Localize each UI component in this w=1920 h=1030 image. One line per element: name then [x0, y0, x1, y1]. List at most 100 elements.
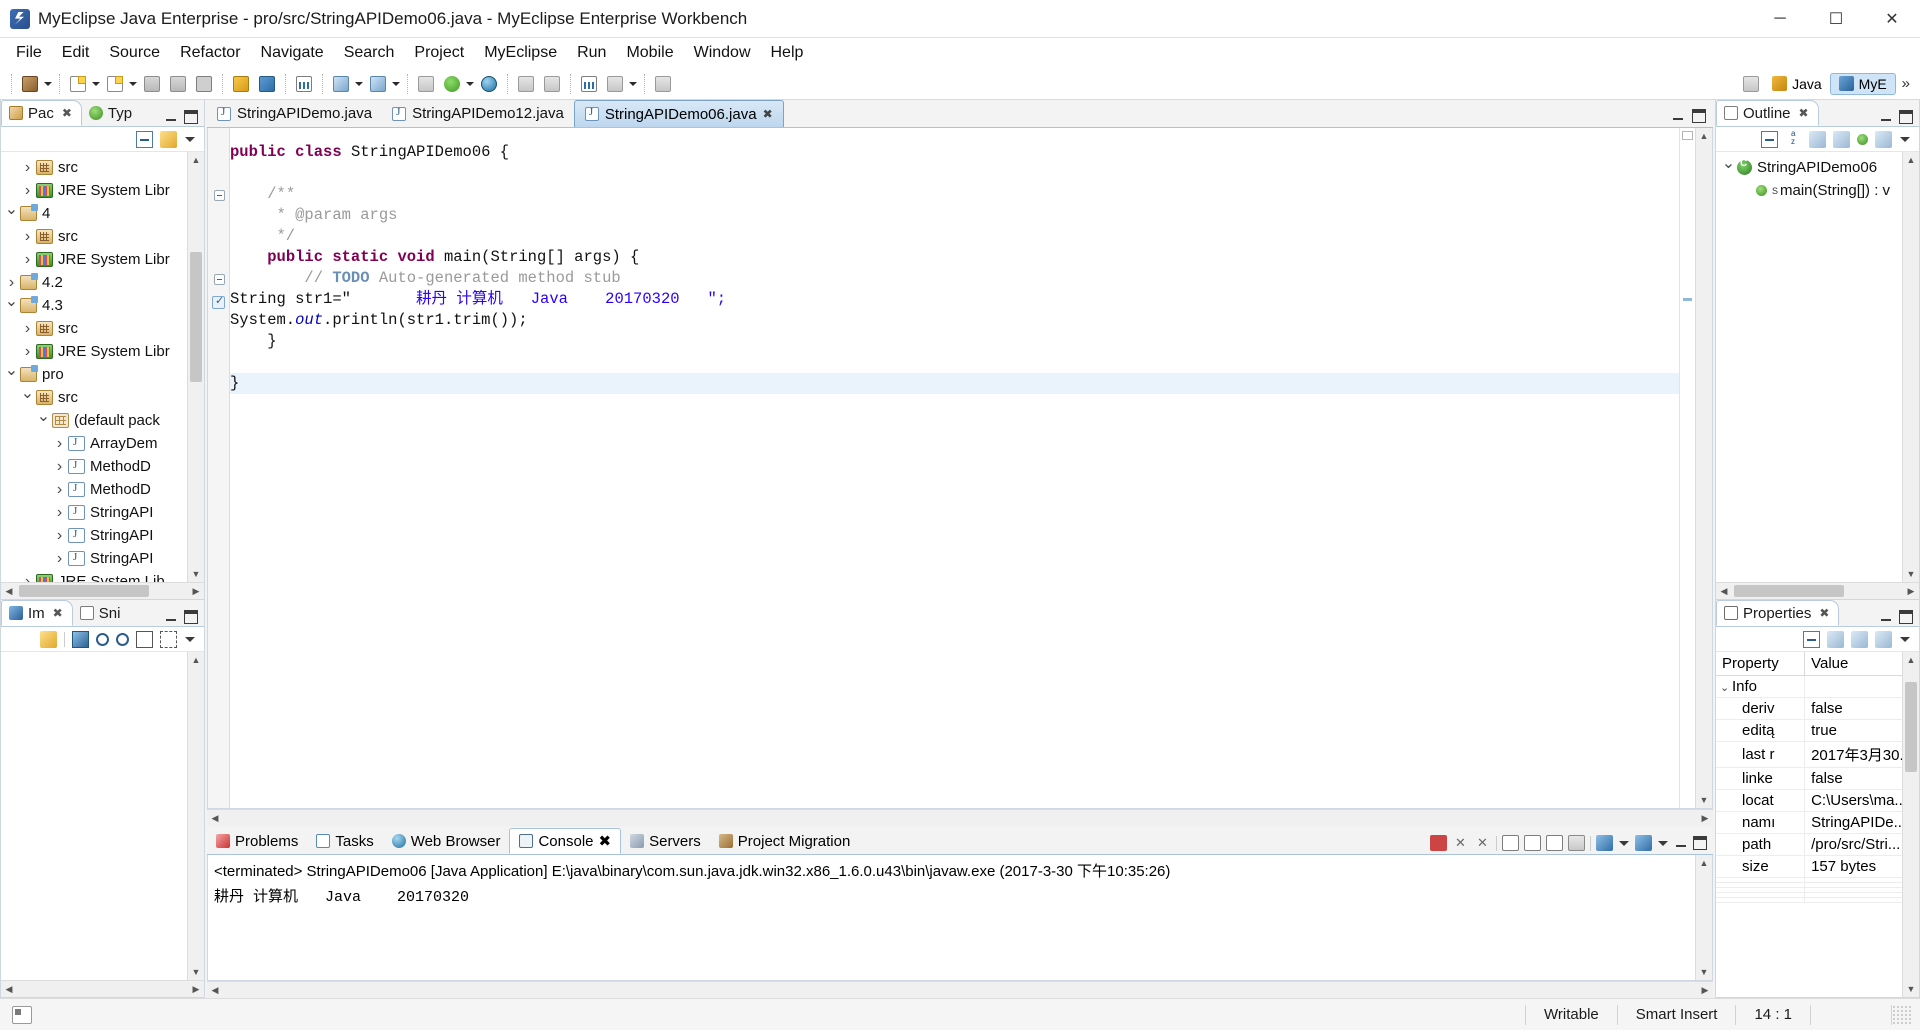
image-viewer-hscrollbar[interactable]: ◀ ▶: [1, 980, 204, 997]
search-icon[interactable]: [652, 73, 674, 95]
minimize-icon[interactable]: [1671, 109, 1685, 123]
minimize-icon[interactable]: [1879, 110, 1893, 124]
new-file-dropdown-icon[interactable]: [91, 73, 102, 95]
tree-item[interactable]: JRE System Libr: [1, 340, 204, 363]
debug-dropdown-icon[interactable]: [354, 73, 365, 95]
maximize-icon[interactable]: [1899, 110, 1913, 124]
view-menu-icon[interactable]: [1899, 133, 1911, 145]
close-icon[interactable]: ✖: [1819, 606, 1829, 620]
scroll-down-icon[interactable]: ▼: [1696, 792, 1712, 808]
chevron-right-icon[interactable]: [19, 344, 36, 360]
maximize-button[interactable]: ☐: [1808, 0, 1864, 38]
hide-nonpublic-icon[interactable]: [1857, 133, 1868, 145]
fit-icon[interactable]: [160, 630, 177, 648]
tree-item[interactable]: src: [1, 317, 204, 340]
deploy-add-icon[interactable]: [256, 73, 278, 95]
scroll-up-icon[interactable]: ▲: [1903, 652, 1919, 668]
tree-item[interactable]: src: [1, 225, 204, 248]
minimize-button[interactable]: ─: [1752, 0, 1808, 38]
save-icon[interactable]: [141, 73, 163, 95]
close-icon[interactable]: ✖: [599, 832, 612, 850]
run-as-icon[interactable]: [441, 73, 463, 95]
tab-tasks[interactable]: Tasks: [307, 828, 382, 854]
chevron-right-icon[interactable]: [51, 505, 68, 521]
scrollbar-thumb[interactable]: [1905, 682, 1917, 772]
external-tools-icon[interactable]: [415, 73, 437, 95]
web-browser-icon[interactable]: [478, 73, 500, 95]
scroll-up-icon[interactable]: ▲: [188, 652, 204, 668]
menu-file[interactable]: File: [6, 41, 52, 65]
chevron-down-icon[interactable]: [3, 298, 20, 314]
scrollbar-thumb[interactable]: [19, 585, 149, 597]
tab-outline[interactable]: Outline ✖: [1716, 100, 1819, 126]
maximize-icon[interactable]: [184, 110, 198, 124]
run-dropdown-icon[interactable]: [391, 73, 402, 95]
scroll-right-icon[interactable]: ▶: [1697, 810, 1713, 826]
word-wrap-icon[interactable]: [1546, 835, 1563, 851]
new-wizard-dropdown-icon[interactable]: [43, 73, 54, 95]
new-file-icon[interactable]: [67, 73, 89, 95]
editor-annotation-ruler[interactable]: [208, 128, 230, 808]
scroll-right-icon[interactable]: ▶: [188, 981, 204, 997]
scroll-up-icon[interactable]: ▲: [1696, 855, 1712, 871]
menu-run[interactable]: Run: [567, 41, 616, 65]
menu-refactor[interactable]: Refactor: [170, 41, 250, 65]
menu-edit[interactable]: Edit: [52, 41, 100, 65]
terminate-icon[interactable]: [1430, 835, 1447, 851]
print-icon[interactable]: [193, 73, 215, 95]
tree-item[interactable]: JRE System Libr: [1, 248, 204, 271]
tree-item[interactable]: MethodD: [1, 478, 204, 501]
chevron-right-icon[interactable]: [19, 321, 36, 337]
chevron-down-icon[interactable]: [19, 390, 36, 406]
minimize-icon[interactable]: [164, 610, 178, 624]
minimize-icon[interactable]: [1674, 836, 1688, 850]
chevron-right-icon[interactable]: [51, 436, 68, 452]
deploy-icon[interactable]: [230, 73, 252, 95]
zoom-out-icon[interactable]: [96, 632, 109, 646]
run-icon[interactable]: [367, 73, 389, 95]
collapse-all-icon[interactable]: [1761, 130, 1778, 148]
scroll-left-icon[interactable]: ◀: [1, 583, 17, 599]
clear-console-icon[interactable]: [1596, 835, 1613, 851]
console-hscrollbar[interactable]: ◀ ▶: [207, 981, 1713, 998]
tab-snippets[interactable]: Sni: [73, 600, 130, 626]
menu-source[interactable]: Source: [99, 41, 170, 65]
editor-vscrollbar[interactable]: ▲ ▼: [1695, 128, 1712, 808]
todo-marker-icon[interactable]: [212, 294, 225, 309]
chevron-right-icon[interactable]: [19, 574, 36, 583]
tab-problems[interactable]: Problems: [207, 828, 307, 854]
view-menu-icon[interactable]: [1899, 633, 1911, 645]
properties-row[interactable]: path/pro/src/Stri...: [1716, 833, 1919, 856]
chevron-right-icon[interactable]: [19, 229, 36, 245]
console-output-area[interactable]: <terminated> StringAPIDemo06 [Java Appli…: [208, 855, 1695, 980]
tree-item[interactable]: StringAPI: [1, 524, 204, 547]
scroll-down-icon[interactable]: ▼: [1696, 964, 1712, 980]
code-editor[interactable]: public class StringAPIDemo06 { /** * @pa…: [230, 128, 1679, 808]
view-menu-icon[interactable]: [184, 633, 196, 645]
maximize-icon[interactable]: [184, 610, 198, 624]
tree-item[interactable]: src: [1, 156, 204, 179]
remove-all-icon[interactable]: ✕: [1474, 835, 1491, 851]
new-item-dropdown-icon[interactable]: [128, 73, 139, 95]
scroll-down-icon[interactable]: ▼: [1903, 981, 1919, 997]
tree-item[interactable]: MethodD: [1, 455, 204, 478]
chevron-down-icon[interactable]: [1720, 160, 1737, 176]
tab-console[interactable]: Console ✖: [509, 828, 622, 854]
package-explorer-vscrollbar[interactable]: ▲ ▼: [187, 152, 204, 582]
menu-window[interactable]: Window: [684, 41, 761, 65]
refresh-icon[interactable]: [541, 73, 563, 95]
new-property-icon[interactable]: [1875, 630, 1892, 648]
task-icon[interactable]: [604, 73, 626, 95]
menu-help[interactable]: Help: [761, 41, 814, 65]
properties-row[interactable]: size 157 bytes: [1716, 855, 1919, 878]
hide-fields-icon[interactable]: [1809, 130, 1826, 148]
outline-vscrollbar[interactable]: ▲ ▼: [1902, 152, 1919, 582]
image-viewer-vscrollbar[interactable]: ▲ ▼: [187, 652, 204, 980]
show-advanced-icon[interactable]: [1827, 630, 1844, 648]
chevron-right-icon[interactable]: [51, 528, 68, 544]
tree-item[interactable]: ArrayDem: [1, 432, 204, 455]
properties-group-row[interactable]: ⌄ Info: [1716, 675, 1919, 698]
tree-item[interactable]: pro: [1, 363, 204, 386]
view-menu-icon[interactable]: [184, 133, 196, 145]
properties-row[interactable]: editą true: [1716, 719, 1919, 742]
